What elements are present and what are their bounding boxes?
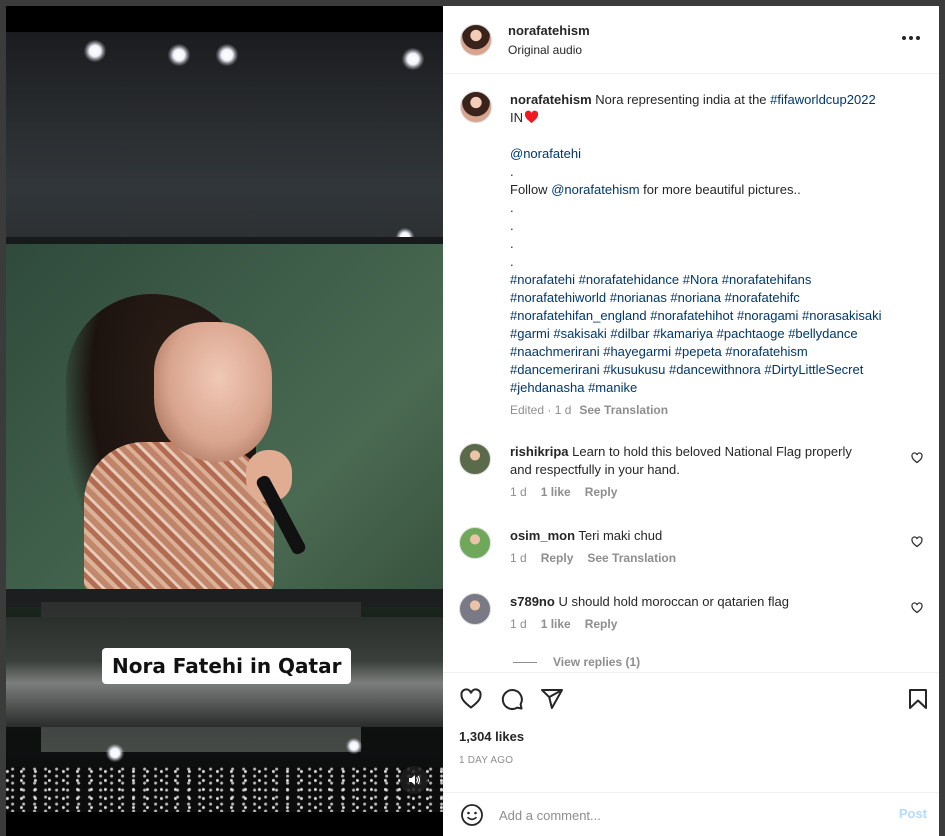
comment-time: 1 d [510,617,527,631]
send-icon[interactable] [540,687,564,711]
post-button[interactable]: Post [899,806,927,821]
comment-meta: 1 d 1 like Reply [510,485,631,499]
heart-icon[interactable] [911,602,923,614]
caption-link[interactable]: #dancemerirani #kusukusu #dancewithnora … [510,362,863,377]
avatar[interactable] [460,91,492,123]
comment-body: rishikripa Learn to hold this beloved Na… [510,443,900,479]
caption-line: #naachmerirani #hayegarmi #pepeta #noraf… [510,343,922,361]
comment-text: Teri maki chud [578,528,663,543]
caption-line: #jehdanasha #manike [510,379,922,397]
caption-text: . [510,200,514,215]
comment-meta: 1 d Reply See Translation [510,551,690,565]
caption-text: . [510,236,514,251]
caption-line: . [510,235,922,253]
comment-username[interactable]: rishikripa [510,444,569,459]
caption-line: #norafatehiworld #norianas #noriana #nor… [510,289,922,307]
caption-link[interactable]: @norafatehism [551,182,639,197]
caption-line: #norafatehi #norafatehidance #Nora #nora… [510,271,922,289]
caption-text: Nora representing india at the [595,92,771,107]
caption-username[interactable]: norafatehism [510,92,592,107]
post-details-panel: norafatehism Original audio norafatehism… [443,6,939,836]
red-heart-icon [524,110,539,124]
caption-link[interactable]: #norafatehiworld #norianas #noriana #nor… [510,290,800,305]
post-header: norafatehism Original audio [443,6,939,74]
caption-link[interactable]: #fifaworldcup2022 [770,92,876,107]
caption-line: @norafatehi [510,145,922,163]
avatar[interactable] [460,24,492,56]
caption-link[interactable]: #norafatehi #norafatehidance #Nora #nora… [510,272,811,287]
header-username[interactable]: norafatehism [508,23,590,38]
likes-count[interactable]: 1,304 likes [459,729,524,744]
see-translation-button[interactable]: See Translation [587,551,676,565]
comment-body: osim_mon Teri maki chud [510,527,900,545]
comment-icon[interactable] [500,687,524,711]
audio-label[interactable]: Original audio [508,43,582,57]
action-bar: 1,304 likes 1 DAY AGO [443,672,939,792]
edited-label: Edited · 1 d [510,403,572,417]
comment-time: 1 d [510,485,527,499]
comment-username[interactable]: osim_mon [510,528,575,543]
caption-text: IN [510,110,523,125]
caption-line: . [510,217,922,235]
caption-line: #norafatehifan_england #norafatehihot #n… [510,307,922,325]
speaker-icon[interactable] [400,766,428,794]
post-caption: norafatehism Nora representing india at … [510,91,922,419]
more-horizontal-icon[interactable] [899,28,923,48]
caption-text: for more beautiful pictures.. [639,182,801,197]
caption-text: Follow [510,182,552,197]
bookmark-icon[interactable] [906,687,930,711]
add-comment-bar: Post [443,792,939,836]
emoji-icon[interactable] [460,803,484,827]
avatar[interactable] [459,443,491,475]
avatar[interactable] [459,527,491,559]
caption-text: . [510,164,514,179]
video-player[interactable]: Nora Fatehi in Qatar [6,6,443,836]
comment-body: s789no U should hold moroccan or qatarie… [510,593,900,611]
comment-input[interactable] [499,804,879,826]
comment-text: and respectfully in your hand. [510,462,680,477]
caption-line [510,127,922,145]
caption-line: Follow @norafatehism for more beautiful … [510,181,922,199]
view-replies-label: View replies (1) [553,655,641,669]
heart-icon[interactable] [459,687,483,711]
caption-line: . [510,163,922,181]
video-frame [6,32,443,812]
caption-link[interactable]: @norafatehi [510,146,581,161]
see-translation-button[interactable]: See Translation [579,403,668,417]
view-replies-button[interactable]: View replies (1) [513,655,640,669]
caption-line: IN [510,109,922,127]
caption-text: . [510,254,514,269]
comment-text: U should hold moroccan or qatarien flag [558,594,789,609]
post-date: 1 DAY AGO [459,755,514,766]
comment-meta: 1 d 1 like Reply [510,617,631,631]
avatar[interactable] [459,593,491,625]
comments-scroll-area[interactable]: norafatehism Nora representing india at … [443,75,939,672]
caption-line: norafatehism Nora representing india at … [510,91,922,109]
reply-button[interactable]: Reply [585,485,618,499]
caption-meta: Edited · 1 d See Translation [510,401,922,419]
comment-username[interactable]: s789no [510,594,555,609]
caption-link[interactable]: #norafatehifan_england #norafatehihot #n… [510,308,882,323]
caption-link[interactable]: #garmi #sakisaki #dilbar #kamariya #pach… [510,326,858,341]
caption-line: #garmi #sakisaki #dilbar #kamariya #pach… [510,325,922,343]
caption-text: . [510,218,514,233]
caption-line: . [510,199,922,217]
comment-text: Learn to hold this beloved National Flag… [572,444,852,459]
heart-icon[interactable] [911,536,923,548]
caption-link[interactable]: #naachmerirani #hayegarmi #pepeta #noraf… [510,344,808,359]
caption-link[interactable]: #jehdanasha #manike [510,380,637,395]
reply-button[interactable]: Reply [585,617,618,631]
comment-likes[interactable]: 1 like [541,617,571,631]
comment-time: 1 d [510,551,527,565]
heart-icon[interactable] [911,452,923,464]
comment-likes[interactable]: 1 like [541,485,571,499]
caption-line: #dancemerirani #kusukusu #dancewithnora … [510,361,922,379]
caption-line: . [510,253,922,271]
video-caption-overlay: Nora Fatehi in Qatar [102,648,352,684]
reply-button[interactable]: Reply [541,551,574,565]
